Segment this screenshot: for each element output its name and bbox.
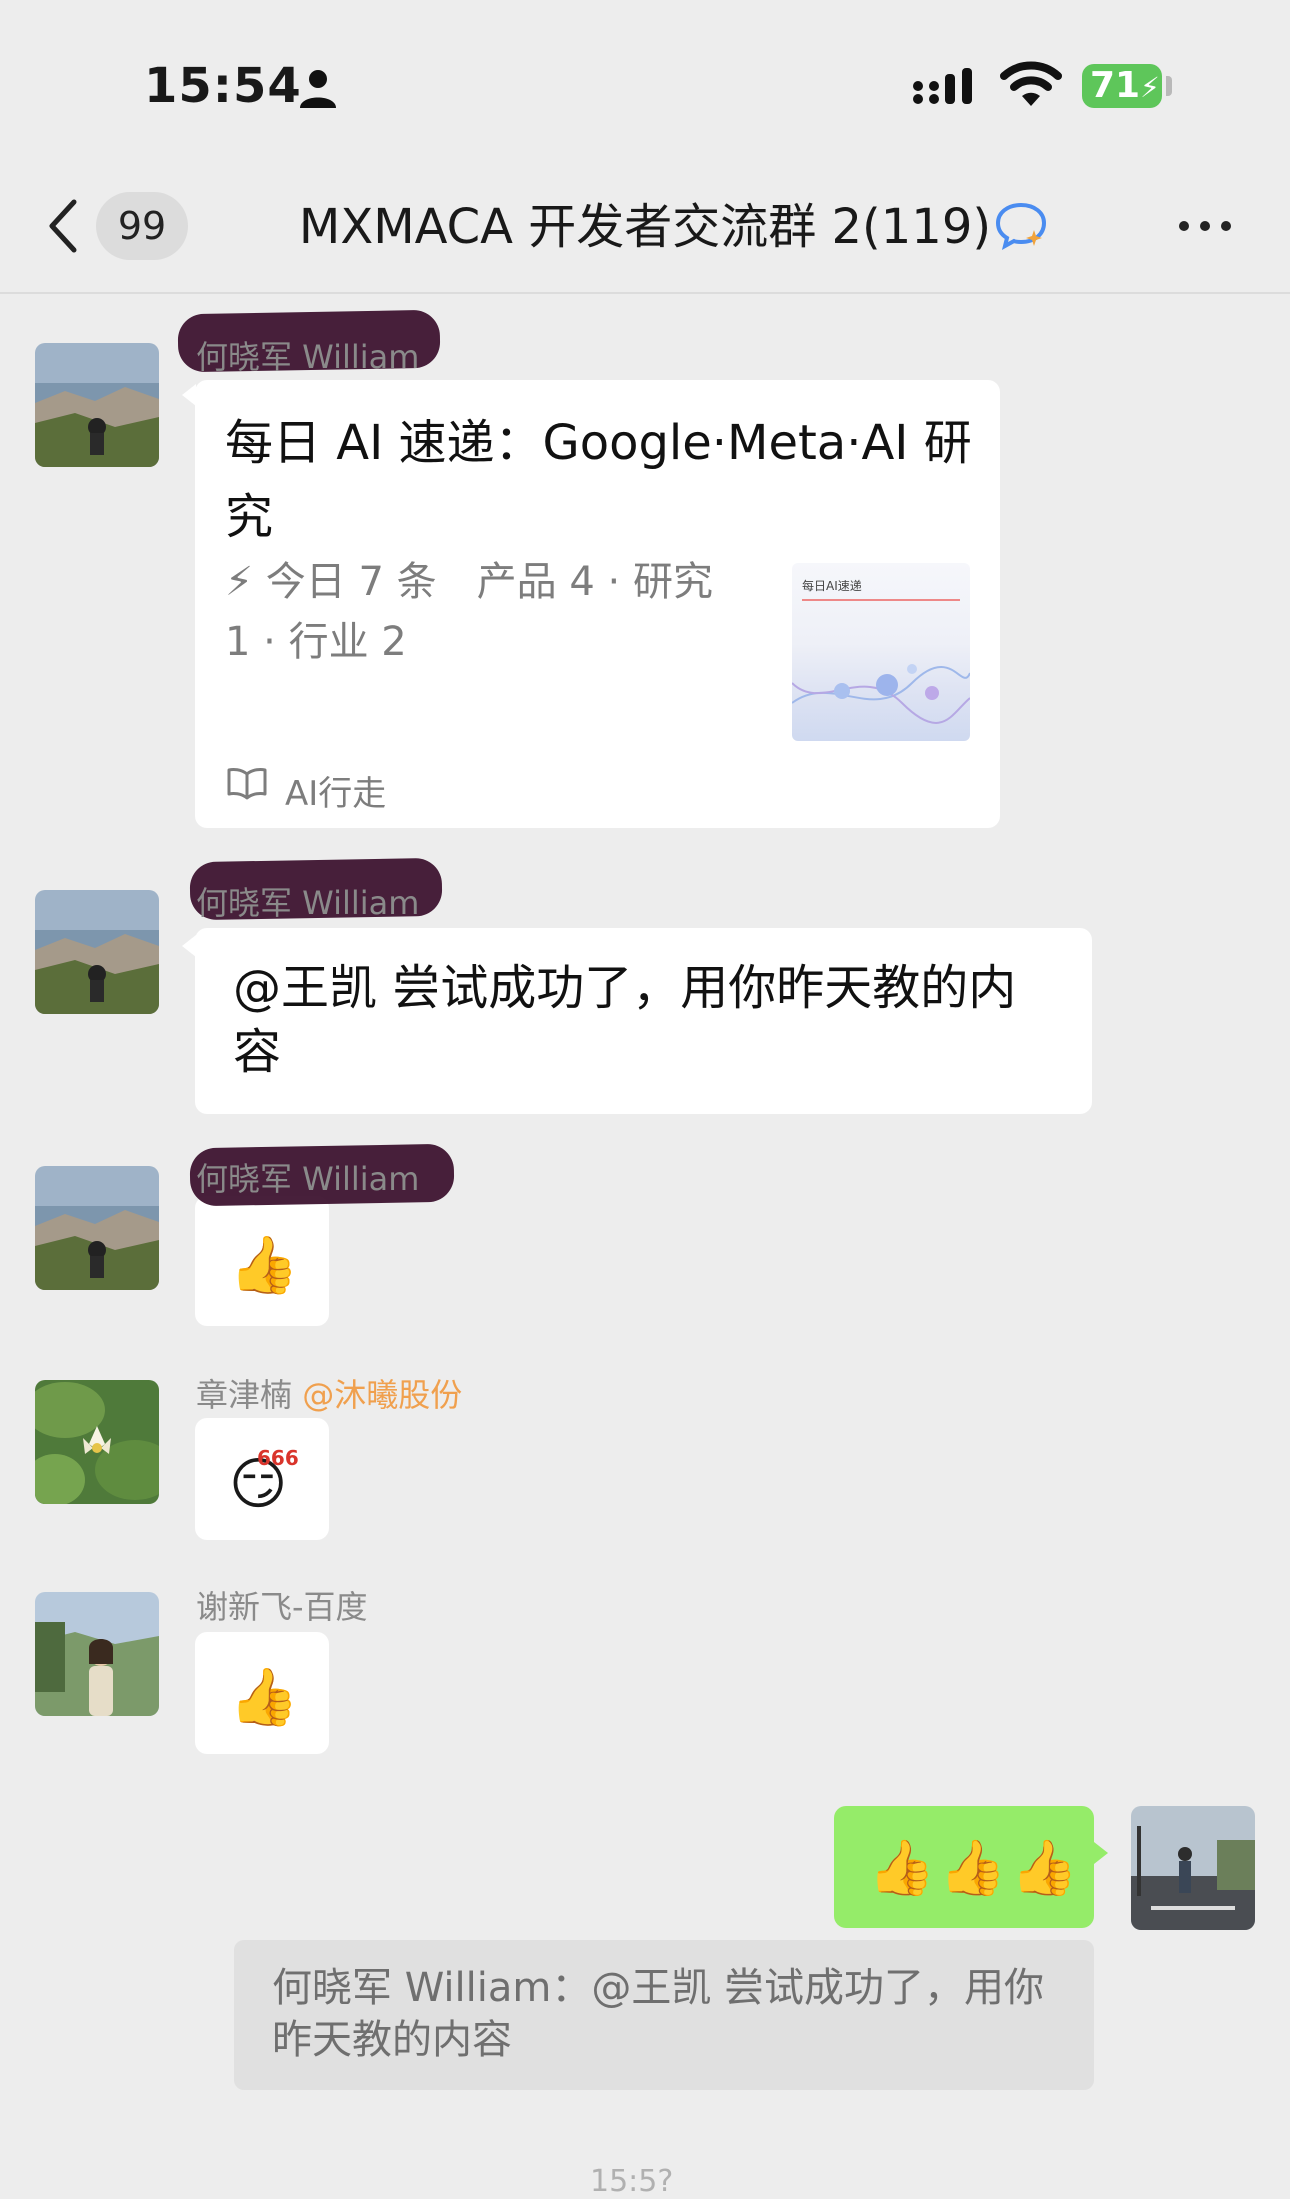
thumbnail-title: 每日AI速递: [802, 579, 862, 593]
sticker-bubble[interactable]: 👍: [195, 1196, 329, 1326]
article-card[interactable]: 每日 AI 速递：Google·Meta·AI 研究 ⚡ 今日 7 条 产品 4…: [195, 380, 1000, 828]
avatar-landscape-image: [35, 1166, 159, 1290]
message-text-line2: 容: [233, 1024, 282, 1080]
ai-chat-bubble-icon[interactable]: [994, 200, 1048, 250]
text-message-bubble[interactable]: @王凯 尝试成功了，用你昨天教的内 容: [195, 928, 1092, 1114]
bubble-tail: [182, 384, 196, 406]
battery-indicator: 71⚡: [1082, 64, 1162, 108]
sender-name: 章津楠: [196, 1376, 293, 1414]
battery-tip: [1166, 76, 1172, 96]
outgoing-thumbs-emojis: 👍👍👍: [868, 1836, 1082, 1899]
outgoing-message-bubble[interactable]: 👍👍👍: [834, 1806, 1094, 1928]
sender-name: 何晓军 William: [196, 1160, 420, 1198]
bubble-tail: [1094, 1842, 1108, 1864]
avatar-street-image: [1131, 1806, 1255, 1930]
more-options-icon[interactable]: [1176, 214, 1234, 238]
thumbnail-network-graphic: [792, 664, 970, 724]
wifi-icon: [1000, 61, 1062, 106]
avatar[interactable]: [35, 890, 159, 1014]
chat-title-text: MXMACA 开发者交流群 2(119): [298, 199, 992, 255]
sender-name: 何晓军 William: [196, 884, 420, 922]
avatar-landscape-image: [35, 343, 159, 467]
avatar-landscape-image: [35, 890, 159, 1014]
article-title: 每日 AI 速递：Google·Meta·AI 研究: [225, 415, 972, 545]
sender-name: 谢新飞-百度: [196, 1588, 368, 1626]
avatar[interactable]: [35, 1592, 159, 1716]
article-source: AI行走: [285, 774, 387, 814]
nav-divider: [0, 292, 1290, 294]
back-chevron-icon[interactable]: [46, 196, 80, 256]
sticker-bubble[interactable]: 👍: [195, 1632, 329, 1754]
person-icon: [300, 70, 336, 108]
thumbnail-rule: [802, 599, 960, 601]
article-desc-line1: ⚡ 今日 7 条 产品 4 · 研究: [225, 559, 713, 605]
article-thumbnail: 每日AI速递: [792, 563, 970, 741]
unread-count-badge[interactable]: 99: [96, 192, 188, 260]
sticker-bubble[interactable]: 😏 666: [195, 1418, 329, 1540]
quoted-message[interactable]: 何晓军 William：@王凯 尝试成功了，用你 昨天教的内容: [234, 1940, 1094, 2090]
avatar[interactable]: [35, 1380, 159, 1504]
battery-level: 71: [1090, 65, 1141, 106]
chat-title: MXMACA 开发者交流群 2(119): [200, 195, 1090, 259]
charging-bolt-icon: ⚡: [1140, 71, 1160, 104]
sender-name: 何晓军 William: [196, 338, 420, 376]
666-badge: 666: [257, 1446, 299, 1470]
quote-text-line1: 何晓军 William：@王凯 尝试成功了，用你: [272, 1965, 1045, 2011]
sender-name-line: 章津楠 @沐曦股份: [196, 1370, 462, 1416]
avatar[interactable]: [35, 343, 159, 467]
avatar-portrait-image: [35, 1592, 159, 1716]
quote-text-line2: 昨天教的内容: [272, 2017, 512, 2063]
status-time: 15:54: [144, 58, 302, 114]
message-text-line1: @王凯 尝试成功了，用你昨天教的内: [233, 960, 1017, 1016]
article-desc-line2: 1 · 行业 2: [225, 619, 407, 665]
my-avatar[interactable]: [1131, 1806, 1255, 1930]
avatar[interactable]: [35, 1166, 159, 1290]
book-icon: [227, 768, 267, 800]
thumbs-up-emoji: 👍: [229, 1233, 299, 1298]
signal-icon: [913, 68, 972, 104]
avatar-lotus-image: [35, 1380, 159, 1504]
bubble-tail: [182, 935, 196, 957]
sender-org: @沐曦股份: [302, 1376, 463, 1414]
thumbs-up-emoji: 👍: [229, 1665, 299, 1730]
